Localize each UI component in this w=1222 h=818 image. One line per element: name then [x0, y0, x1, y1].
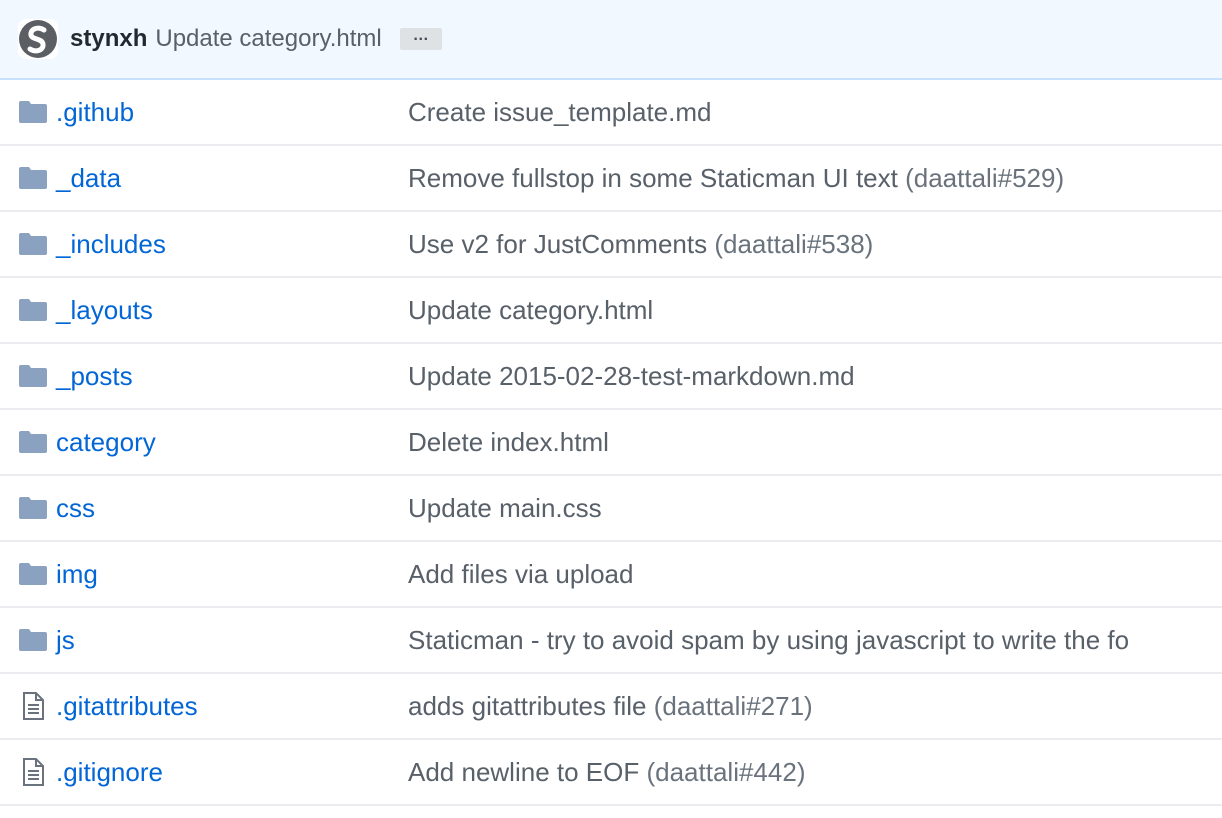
commit-message-link[interactable]: Remove fullstop in some Staticman UI tex… [408, 163, 898, 193]
paren-close: ) [1055, 162, 1065, 193]
file-name-link[interactable]: .gitattributes [56, 691, 408, 722]
file-name-link[interactable]: _includes [56, 229, 408, 260]
file-name-link[interactable]: img [56, 559, 408, 590]
file-text-icon [18, 692, 48, 720]
file-row: js Staticman - try to avoid spam by using… [0, 608, 1222, 674]
file-row: img Add files via upload [0, 542, 1222, 608]
commit-message-cell: Create issue_template.md [408, 97, 711, 128]
file-row: category Delete index.html [0, 410, 1222, 476]
folder-icon [18, 166, 48, 190]
commit-message-link[interactable]: Staticman - try to avoid spam by using j… [408, 625, 1129, 655]
file-row: _posts Update 2015-02-28-test-markdown.md [0, 344, 1222, 410]
file-text-icon [18, 758, 48, 786]
commit-message-cell: Staticman - try to avoid spam by using j… [408, 625, 1129, 656]
commit-message-link[interactable]: Update 2015-02-28-test-markdown.md [408, 361, 855, 391]
file-name-link[interactable]: _layouts [56, 295, 408, 326]
issue-reference-link[interactable]: daattali#271 [662, 691, 804, 721]
commit-message-cell: Use v2 for JustComments (daattali#538) [408, 229, 873, 260]
commit-message[interactable]: Update category.html [155, 25, 381, 53]
folder-icon [18, 298, 48, 322]
commit-message-cell: Update category.html [408, 295, 653, 326]
folder-icon [18, 430, 48, 454]
paren-close: ) [864, 228, 874, 259]
commit-message-link[interactable]: Create issue_template.md [408, 97, 711, 127]
file-name-link[interactable]: css [56, 493, 408, 524]
file-list: .github Create issue_template.md _data Remo… [0, 80, 1222, 806]
commit-message-link[interactable]: Delete index.html [408, 427, 609, 457]
paren-open: ( [897, 162, 914, 193]
file-name-link[interactable]: _posts [56, 361, 408, 392]
file-name-link[interactable]: js [56, 625, 408, 656]
folder-icon [18, 496, 48, 520]
paren-open: ( [639, 756, 656, 787]
folder-icon [18, 628, 48, 652]
file-row: _includes Use v2 for JustComments (daatta… [0, 212, 1222, 278]
folder-icon [18, 364, 48, 388]
avatar-logo-icon [19, 20, 57, 58]
file-row: _data Remove fullstop in some Staticman U… [0, 146, 1222, 212]
commit-message-link[interactable]: Use v2 for JustComments [408, 229, 707, 259]
folder-icon [18, 232, 48, 256]
file-name-link[interactable]: .github [56, 97, 408, 128]
folder-icon [18, 100, 48, 124]
commit-message-cell: Update 2015-02-28-test-markdown.md [408, 361, 855, 392]
file-row: .gitattributes adds gitattributes file (d… [0, 674, 1222, 740]
issue-reference-link[interactable]: daattali#538 [723, 229, 865, 259]
file-name-link[interactable]: .gitignore [56, 757, 408, 788]
commit-author[interactable]: stynxh [70, 25, 147, 53]
paren-close: ) [796, 756, 806, 787]
file-name-link[interactable]: category [56, 427, 408, 458]
commit-message-cell: Remove fullstop in some Staticman UI tex… [408, 163, 1064, 194]
paren-close: ) [804, 690, 813, 721]
expand-commit-button[interactable]: … [399, 28, 442, 50]
commit-message-link[interactable]: Update main.css [408, 493, 602, 523]
commit-message-cell: Delete index.html [408, 427, 609, 458]
commit-message-cell: Add files via upload [408, 559, 633, 590]
file-row: _layouts Update category.html [0, 278, 1222, 344]
latest-commit-bar: stynxh Update category.html … [0, 0, 1222, 80]
file-row: css Update main.css [0, 476, 1222, 542]
folder-icon [18, 562, 48, 586]
commit-message-link[interactable]: adds gitattributes file [408, 691, 646, 721]
issue-reference-link[interactable]: daattali#529 [914, 163, 1056, 193]
commit-message-cell: Add newline to EOF (daattali#442) [408, 757, 805, 788]
commit-message-link[interactable]: Add files via upload [408, 559, 633, 589]
avatar[interactable] [18, 19, 58, 59]
commit-message-link[interactable]: Update category.html [408, 295, 653, 325]
commit-message-cell: Update main.css [408, 493, 602, 524]
file-row: .gitignore Add newline to EOF (daattali#4… [0, 740, 1222, 806]
commit-message-cell: adds gitattributes file (daattali#271) [408, 691, 813, 722]
commit-message-link[interactable]: Add newline to EOF [408, 757, 639, 787]
file-row: .github Create issue_template.md [0, 80, 1222, 146]
file-name-link[interactable]: _data [56, 163, 408, 194]
issue-reference-link[interactable]: daattali#442 [655, 757, 797, 787]
paren-open: ( [646, 690, 663, 721]
paren-open: ( [707, 228, 723, 259]
